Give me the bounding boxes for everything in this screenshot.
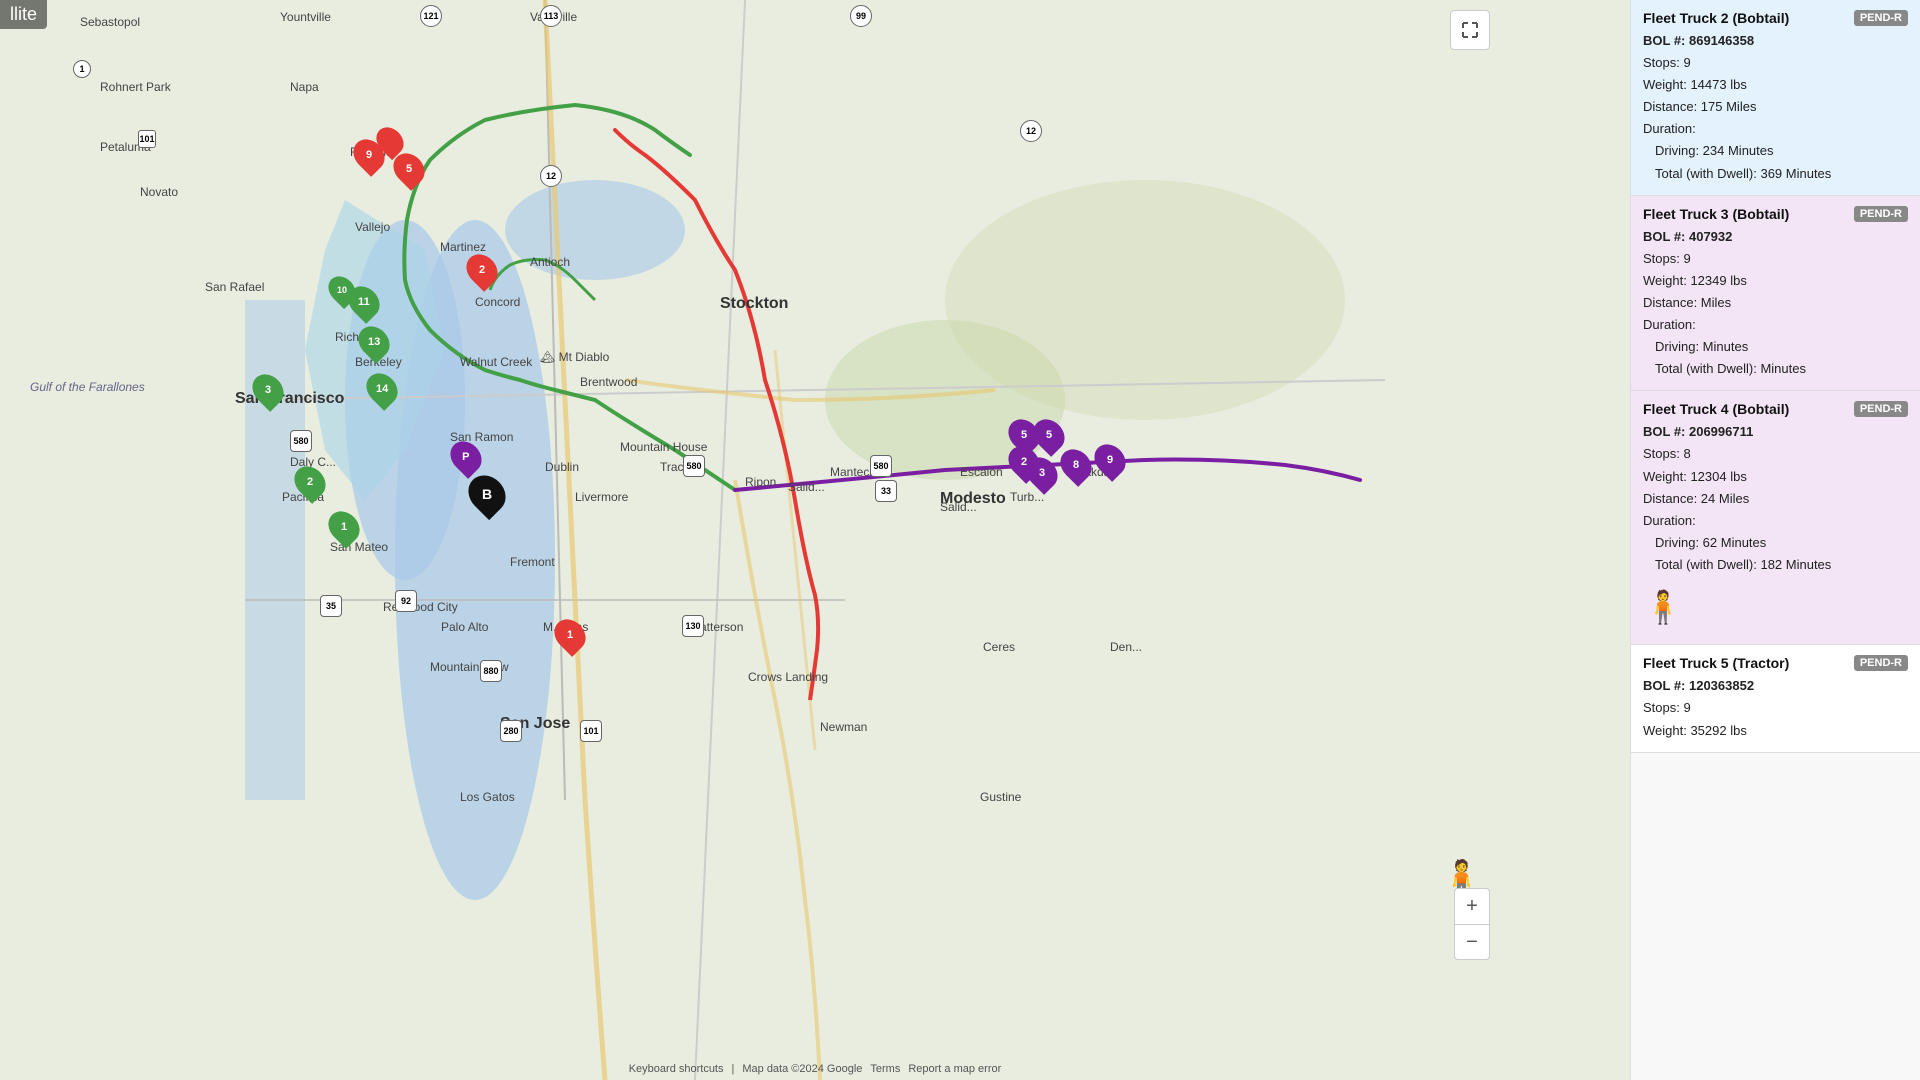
pend-badge-1: PEND-R: [1854, 206, 1908, 222]
truck-duration-label-1: Duration:: [1643, 314, 1908, 336]
highway-35: 35: [320, 595, 342, 617]
pend-badge-3: PEND-R: [1854, 655, 1908, 671]
map-container[interactable]: Sebastopol Yountville Vacaville Rohnert …: [0, 0, 1630, 1080]
truck-stops-1: Stops: 9: [1643, 248, 1908, 270]
truck-name-2: Fleet Truck 4 (Bobtail): [1643, 401, 1789, 417]
map-attribution: Keyboard shortcuts | Map data ©2024 Goog…: [629, 1063, 1002, 1075]
truck-total-0: Total (with Dwell): 369 Minutes: [1643, 163, 1908, 185]
person-icon-2: 🧍: [1643, 580, 1908, 634]
truck-card-2[interactable]: Fleet Truck 4 (Bobtail) PEND-R BOL #: 20…: [1631, 391, 1920, 645]
truck-detail-3: BOL #: 120363852 Stops: 9 Weight: 35292 …: [1643, 675, 1908, 741]
keyboard-shortcuts[interactable]: Keyboard shortcuts: [629, 1063, 724, 1075]
truck-detail-1: BOL #: 407932 Stops: 9 Weight: 12349 lbs…: [1643, 226, 1908, 381]
truck-detail-0: BOL #: 869146358 Stops: 9 Weight: 14473 …: [1643, 30, 1908, 185]
truck-total-2: Total (with Dwell): 182 Minutes: [1643, 554, 1908, 576]
truck-bol-3: BOL #: 120363852: [1643, 675, 1908, 697]
truck-name-3: Fleet Truck 5 (Tractor): [1643, 655, 1789, 671]
truck-driving-0: Driving: 234 Minutes: [1643, 140, 1908, 162]
truck-weight-1: Weight: 12349 lbs: [1643, 270, 1908, 292]
truck-stops-0: Stops: 9: [1643, 52, 1908, 74]
pend-badge-2: PEND-R: [1854, 401, 1908, 417]
truck-card-1[interactable]: Fleet Truck 3 (Bobtail) PEND-R BOL #: 40…: [1631, 196, 1920, 392]
terms-link[interactable]: Terms: [870, 1063, 900, 1075]
zoom-controls: + −: [1454, 888, 1490, 960]
highway-12: 12: [540, 165, 562, 187]
truck-distance-1: Distance: Miles: [1643, 292, 1908, 314]
truck-duration-label-0: Duration:: [1643, 118, 1908, 140]
truck-stops-2: Stops: 8: [1643, 443, 1908, 465]
truck-card-header-0: Fleet Truck 2 (Bobtail) PEND-R: [1643, 10, 1908, 26]
highway-99: 99: [850, 5, 872, 27]
highway-101: 101: [138, 130, 156, 148]
truck-bol-0: BOL #: 869146358: [1643, 30, 1908, 52]
truck-weight-2: Weight: 12304 lbs: [1643, 466, 1908, 488]
report-link[interactable]: Report a map error: [908, 1063, 1001, 1075]
truck-driving-1: Driving: Minutes: [1643, 336, 1908, 358]
highway-280: 280: [500, 720, 522, 742]
truck-distance-0: Distance: 175 Miles: [1643, 96, 1908, 118]
highway-33: 33: [875, 480, 897, 502]
highway-1: 1: [73, 60, 91, 78]
truck-card-0[interactable]: Fleet Truck 2 (Bobtail) PEND-R BOL #: 86…: [1631, 0, 1920, 196]
highway-880: 880: [480, 660, 502, 682]
truck-stops-3: Stops: 9: [1643, 697, 1908, 719]
highway-101b: 101: [580, 720, 602, 742]
truck-card-header-2: Fleet Truck 4 (Bobtail) PEND-R: [1643, 401, 1908, 417]
highway-92: 92: [395, 590, 417, 612]
highway-121: 121: [420, 5, 442, 27]
fullscreen-button[interactable]: [1450, 10, 1490, 50]
highway-580c: 580: [870, 455, 892, 477]
truck-name-1: Fleet Truck 3 (Bobtail): [1643, 206, 1789, 222]
zoom-in-button[interactable]: +: [1454, 888, 1490, 924]
satellite-label: llite: [0, 0, 47, 29]
pend-badge-0: PEND-R: [1854, 10, 1908, 26]
zoom-out-button[interactable]: −: [1454, 924, 1490, 960]
truck-duration-label-2: Duration:: [1643, 510, 1908, 532]
truck-weight-0: Weight: 14473 lbs: [1643, 74, 1908, 96]
map-background: [0, 0, 1630, 1080]
truck-total-1: Total (with Dwell): Minutes: [1643, 358, 1908, 380]
truck-bol-1: BOL #: 407932: [1643, 226, 1908, 248]
truck-card-header-3: Fleet Truck 5 (Tractor) PEND-R: [1643, 655, 1908, 671]
right-panel: Fleet Truck 2 (Bobtail) PEND-R BOL #: 86…: [1630, 0, 1920, 1080]
truck-card-3[interactable]: Fleet Truck 5 (Tractor) PEND-R BOL #: 12…: [1631, 645, 1920, 752]
highway-12b: 12: [1020, 120, 1042, 142]
map-data-label: Map data ©2024 Google: [742, 1063, 862, 1075]
truck-driving-2: Driving: 62 Minutes: [1643, 532, 1908, 554]
highway-130: 130: [682, 615, 704, 637]
truck-detail-2: BOL #: 206996711 Stops: 8 Weight: 12304 …: [1643, 421, 1908, 634]
highway-113: 113: [540, 5, 562, 27]
truck-weight-3: Weight: 35292 lbs: [1643, 720, 1908, 742]
truck-distance-2: Distance: 24 Miles: [1643, 488, 1908, 510]
highway-580: 580: [290, 430, 312, 452]
truck-bol-2: BOL #: 206996711: [1643, 421, 1908, 443]
truck-card-header-1: Fleet Truck 3 (Bobtail) PEND-R: [1643, 206, 1908, 222]
highway-580b: 580: [683, 455, 705, 477]
truck-name-0: Fleet Truck 2 (Bobtail): [1643, 10, 1789, 26]
